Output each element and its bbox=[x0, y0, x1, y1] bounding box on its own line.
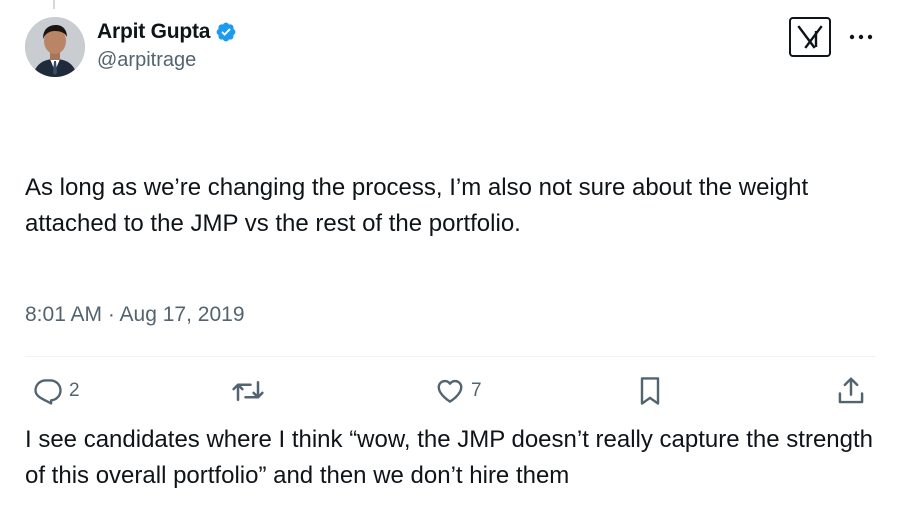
tweet-paragraph: As long as we’re changing the process, I… bbox=[25, 174, 815, 237]
reply-button[interactable]: 2 bbox=[33, 374, 80, 408]
like-button[interactable]: 7 bbox=[435, 374, 482, 408]
avatar-photo bbox=[25, 17, 85, 77]
share-button[interactable] bbox=[836, 374, 866, 408]
divider bbox=[25, 356, 876, 357]
retweet-button[interactable] bbox=[231, 374, 271, 408]
retweet-icon bbox=[232, 381, 264, 401]
avatar[interactable] bbox=[25, 17, 85, 77]
bookmark-icon bbox=[640, 377, 660, 405]
author-handle[interactable]: @arpitrage bbox=[97, 49, 237, 72]
author-block: Arpit Gupta @arpitrage bbox=[97, 18, 237, 72]
verified-badge-icon[interactable] bbox=[215, 21, 237, 43]
heart-icon bbox=[437, 379, 463, 403]
share-icon bbox=[838, 377, 864, 404]
tweet-paragraph: I see candidates where I think “wow, the… bbox=[25, 426, 880, 489]
more-horizontal-icon[interactable] bbox=[846, 26, 876, 48]
author-display-name[interactable]: Arpit Gupta bbox=[97, 20, 210, 44]
thread-connector-line bbox=[53, 0, 55, 9]
x-logo-icon[interactable] bbox=[789, 17, 831, 57]
reply-icon bbox=[34, 379, 62, 405]
bookmark-button[interactable] bbox=[636, 374, 664, 408]
like-count: 7 bbox=[471, 380, 482, 401]
reply-count: 2 bbox=[69, 380, 80, 401]
tweet-timestamp[interactable]: 8:01 AM · Aug 17, 2019 bbox=[25, 303, 245, 327]
author-name-row: Arpit Gupta bbox=[97, 18, 237, 46]
